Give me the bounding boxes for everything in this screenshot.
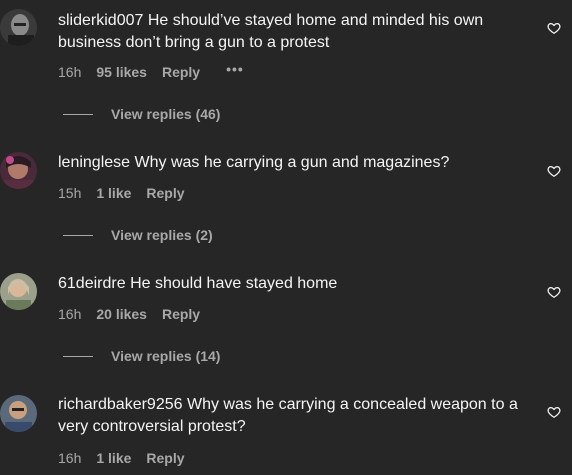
comment-meta: 16h 1 like Reply bbox=[58, 449, 536, 467]
comment-content: He should have stayed home bbox=[130, 275, 338, 292]
heart-outline-icon[interactable] bbox=[547, 21, 561, 35]
comment-username[interactable]: 61deirdre bbox=[58, 275, 126, 292]
comment-username[interactable]: richardbaker9256 bbox=[58, 396, 183, 413]
avatar[interactable] bbox=[0, 152, 37, 189]
heart-outline-icon[interactable] bbox=[547, 164, 561, 178]
view-replies-label: View replies (2) bbox=[111, 227, 213, 243]
comment-time: 16h bbox=[58, 306, 82, 322]
comment-time: 16h bbox=[58, 64, 82, 80]
reply-button[interactable]: Reply bbox=[146, 449, 184, 467]
comment-meta: 15h 1 like Reply bbox=[58, 184, 536, 202]
heart-outline-icon[interactable] bbox=[547, 285, 561, 299]
divider bbox=[63, 234, 93, 236]
comment-time: 16h bbox=[58, 450, 82, 466]
divider bbox=[63, 355, 93, 357]
comment-meta: 16h 20 likes Reply bbox=[58, 305, 536, 323]
heart-outline-icon[interactable] bbox=[547, 405, 561, 419]
comment-time: 15h bbox=[58, 185, 82, 201]
comment-username[interactable]: leninglese bbox=[58, 154, 130, 171]
comment-body: leninglese Why was he carrying a gun and… bbox=[58, 152, 536, 202]
reply-button[interactable]: Reply bbox=[146, 184, 184, 202]
view-replies-label: View replies (46) bbox=[111, 106, 221, 122]
likes-count[interactable]: 1 like bbox=[96, 449, 131, 467]
view-replies-label: View replies (14) bbox=[111, 348, 221, 364]
divider bbox=[63, 113, 93, 115]
comment-username[interactable]: sliderkid007 bbox=[58, 12, 143, 29]
view-replies-button[interactable]: View replies (14) bbox=[63, 348, 220, 364]
avatar[interactable] bbox=[0, 9, 37, 46]
comment-text: sliderkid007 He should’ve stayed home an… bbox=[58, 10, 536, 54]
likes-count[interactable]: 1 like bbox=[96, 184, 131, 202]
view-replies-button[interactable]: View replies (2) bbox=[63, 227, 213, 243]
view-replies-button[interactable]: View replies (46) bbox=[63, 106, 220, 122]
reply-button[interactable]: Reply bbox=[162, 63, 200, 81]
likes-count[interactable]: 95 likes bbox=[96, 63, 147, 81]
avatar[interactable] bbox=[0, 273, 37, 310]
reply-button[interactable]: Reply bbox=[162, 305, 200, 323]
comment-body: richardbaker9256 Why was he carrying a c… bbox=[58, 394, 536, 467]
comment-text: leninglese Why was he carrying a gun and… bbox=[58, 152, 536, 174]
more-options-icon[interactable]: ••• bbox=[226, 60, 244, 78]
likes-count[interactable]: 20 likes bbox=[96, 305, 147, 323]
comment-body: 61deirdre He should have stayed home 16h… bbox=[58, 273, 536, 323]
comment-text: richardbaker9256 Why was he carrying a c… bbox=[58, 394, 536, 438]
comment-body: sliderkid007 He should’ve stayed home an… bbox=[58, 10, 536, 81]
comment-text: 61deirdre He should have stayed home bbox=[58, 273, 536, 295]
comment-content: Why was he carrying a gun and magazines? bbox=[134, 154, 450, 171]
comment-meta: 16h 95 likes Reply ••• bbox=[58, 60, 536, 81]
avatar[interactable] bbox=[0, 395, 37, 432]
